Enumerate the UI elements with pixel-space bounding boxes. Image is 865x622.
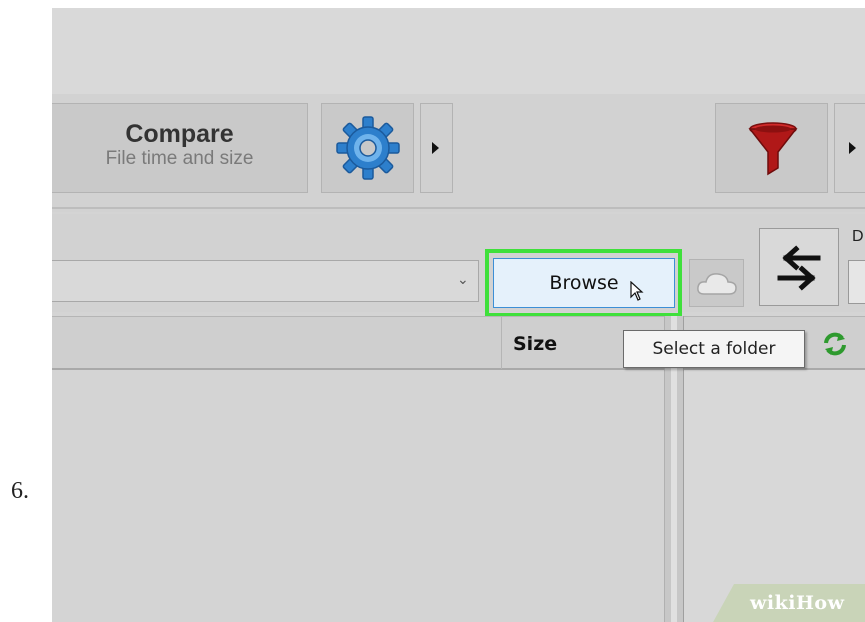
step-number: 6.	[11, 478, 29, 504]
tooltip-text: Select a folder	[652, 339, 776, 359]
funnel-icon	[748, 122, 798, 176]
filter-dropdown-arrow[interactable]	[834, 103, 865, 193]
toolbar: Compare File time and size	[52, 94, 865, 212]
right-side-label: D	[852, 228, 864, 245]
settings-dropdown-arrow[interactable]	[420, 103, 453, 193]
compare-button[interactable]: Compare File time and size	[52, 103, 308, 193]
compare-subtitle: File time and size	[105, 148, 254, 169]
compare-title: Compare	[125, 120, 234, 148]
column-divider[interactable]	[501, 317, 502, 369]
folder-path-input[interactable]: ⌄	[52, 260, 479, 302]
folder-path-row: ⌄ Browse D	[52, 214, 865, 317]
size-column-header[interactable]: Size	[513, 333, 557, 355]
window-top-area	[52, 8, 865, 94]
right-folder-input[interactable]	[848, 260, 865, 304]
swap-sides-button[interactable]	[759, 228, 839, 306]
tooltip: Select a folder	[623, 330, 805, 368]
triangle-right-icon	[849, 142, 856, 154]
chevron-down-icon[interactable]: ⌄	[457, 272, 469, 288]
browse-label: Browse	[549, 272, 619, 294]
gear-icon	[336, 116, 400, 180]
cloud-button[interactable]	[689, 259, 744, 307]
toolbar-divider	[52, 207, 865, 209]
watermark-text: wikiHow	[750, 592, 845, 614]
app-screenshot: Compare File time and size ⌄ Browse D Si…	[52, 8, 865, 622]
left-file-pane[interactable]	[52, 370, 664, 622]
swap-arrows-icon	[777, 245, 821, 291]
browse-button[interactable]: Browse	[493, 258, 675, 308]
watermark: wikiHow	[712, 584, 865, 622]
triangle-right-icon	[432, 142, 439, 154]
compare-settings-button[interactable]	[321, 103, 414, 193]
cloud-icon	[697, 273, 737, 295]
refresh-icon[interactable]	[822, 331, 848, 357]
mouse-cursor-icon	[630, 281, 644, 301]
filter-button[interactable]	[715, 103, 828, 193]
